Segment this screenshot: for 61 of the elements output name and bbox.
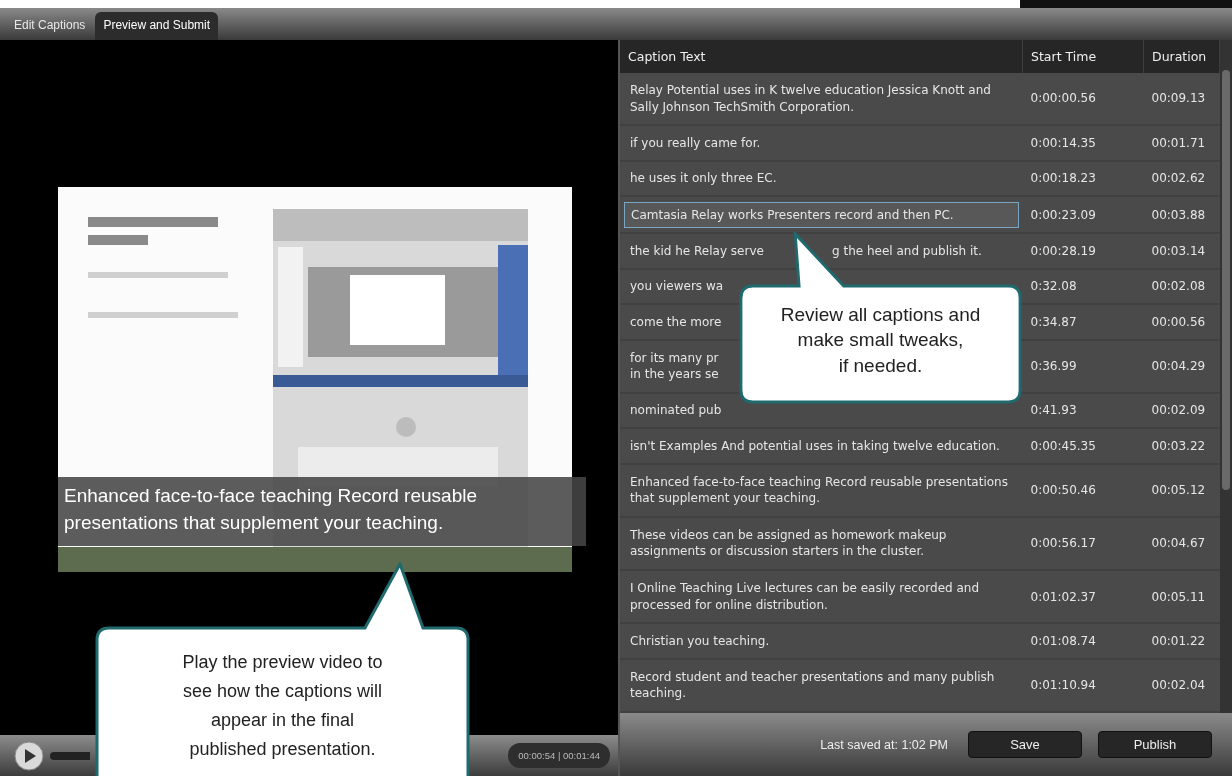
start-time: 0:01:08.74: [1030, 633, 1096, 648]
caption-text: you viewers wa: [630, 279, 724, 294]
timeline-groove: [50, 751, 90, 760]
duration: 00:02.09: [1151, 403, 1206, 418]
caption-text: come the more: [630, 314, 722, 329]
start-time: 0:01:02.37: [1030, 589, 1096, 604]
start-time: 0:41.93: [1030, 403, 1077, 418]
caption-overlay: Enhanced face-to-face teaching Record reusable presentations that supplement your teaching.: [58, 477, 586, 547]
caption-text: he uses it only three EC.: [630, 171, 777, 186]
caption-text: g the heel and publish it.: [832, 244, 982, 259]
caption-text: Enhanced face-to-face teaching Record reusable presentations that supplement your teaching.: [630, 475, 1008, 506]
duration: 00:09.13: [1151, 91, 1206, 106]
start-time: 0:00:28.19: [1030, 244, 1096, 259]
action-button[interactable]: Publish: [1098, 731, 1212, 758]
start-time: 0:00:45.35: [1030, 438, 1096, 453]
start-time: 0:01:10.94: [1030, 678, 1096, 693]
duration: 00:00.56: [1151, 314, 1206, 329]
caption-text: I Online Teaching Live lectures can be easily recorded and processed for online distribution.: [630, 581, 980, 612]
start-time: 0:00:18.23: [1030, 171, 1096, 186]
callout-text: Review all captions and make small tweaks, if needed.: [779, 303, 982, 378]
start-time: 0:00:00.56: [1030, 91, 1096, 106]
caption-text: the kid he Relay serve: [630, 243, 765, 260]
start-time: 0:34.87: [1030, 314, 1077, 329]
caption-text: These videos can be assigned as homework makeup assignments or discussion starters in the cluster.: [630, 528, 947, 559]
duration: 00:02.08: [1151, 279, 1206, 294]
duration: 00:04.67: [1151, 536, 1206, 551]
caption-text: Record student and teacher presentations and many publish teaching.: [630, 670, 995, 701]
play-button[interactable]: [14, 740, 44, 771]
duration: 00:02.62: [1151, 171, 1206, 186]
duration: 00:03.88: [1151, 207, 1206, 222]
caption-text: Relay Potential uses in K twelve education Jessica Knott and Sally Johnson TechSmith Corporation.: [630, 83, 991, 114]
last-saved-text: Last saved at: 1:02 PM: [820, 737, 948, 752]
tab[interactable]: Preview and Submit: [95, 12, 219, 40]
duration: 00:05.12: [1151, 483, 1206, 498]
start-time: 0:00:50.46: [1030, 483, 1096, 498]
caption-text: for its many pr in the years se: [630, 351, 719, 382]
column-header[interactable]: Duration: [1143, 40, 1220, 73]
column-header[interactable]: Start Time: [1022, 40, 1144, 73]
caption-text: isn't Examples And potential uses in taking twelve education.: [630, 438, 1000, 453]
start-time: 0:36.99: [1030, 359, 1077, 374]
duration: 00:01.22: [1151, 633, 1206, 648]
duration: 00:03.14: [1151, 244, 1206, 259]
caption-text: if you really came for.: [630, 135, 761, 150]
duration: 00:05.11: [1151, 589, 1206, 604]
column-header[interactable]: Caption Text: [620, 40, 1023, 73]
action-button[interactable]: Save: [968, 731, 1082, 758]
tab[interactable]: Edit Captions: [6, 12, 94, 40]
caption-text: Christian you teaching.: [630, 633, 770, 648]
caption-text: nominated pub: [630, 403, 722, 418]
duration: 00:03.22: [1151, 438, 1206, 453]
start-time: 0:00:14.35: [1030, 135, 1096, 150]
caption-input-field[interactable]: Camtasia Relay works Presenters record and then PC.: [624, 201, 1019, 228]
duration: 00:04.29: [1151, 359, 1206, 374]
start-time: 0:00:56.17: [1030, 536, 1096, 551]
duration: 00:01.71: [1151, 135, 1206, 150]
duration: 00:02.04: [1151, 678, 1206, 693]
callout-text: Play the preview video to see how the captions will appear in the final published presentation.: [181, 651, 384, 762]
start-time: 0:00:23.09: [1030, 207, 1096, 222]
time-display: 00:00:54 | 00:01:44: [508, 743, 610, 768]
scrollbar[interactable]: [1220, 40, 1232, 713]
start-time: 0:32.08: [1030, 279, 1077, 294]
